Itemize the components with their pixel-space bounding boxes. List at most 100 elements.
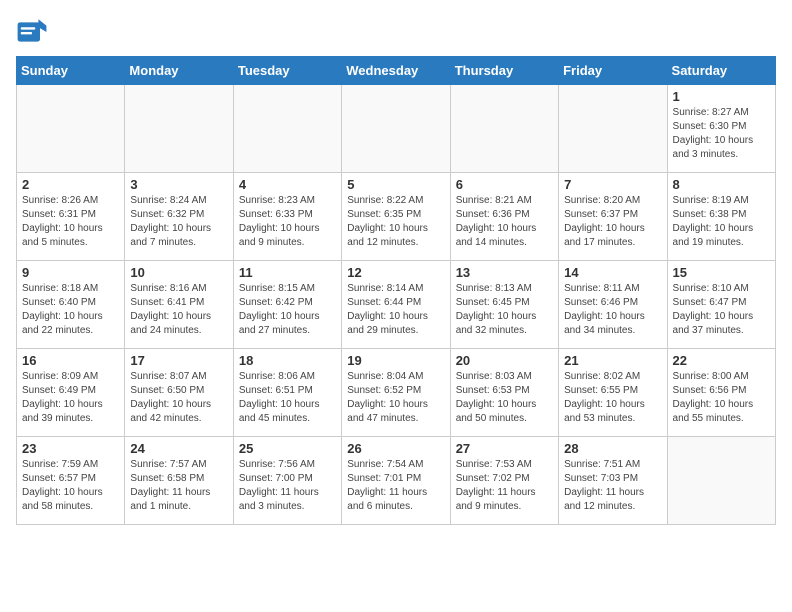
day-number: 1: [673, 89, 770, 104]
day-info: Sunrise: 8:00 AM Sunset: 6:56 PM Dayligh…: [673, 370, 770, 426]
day-info: Sunrise: 8:03 AM Sunset: 6:53 PM Dayligh…: [456, 370, 553, 426]
calendar-cell: [667, 437, 775, 525]
calendar-cell: 5 Sunrise: 8:22 AM Sunset: 6:35 PM Daylig…: [342, 173, 450, 261]
day-number: 6: [456, 177, 553, 192]
day-number: 13: [456, 265, 553, 280]
day-number: 20: [456, 353, 553, 368]
calendar-week-row: 16 Sunrise: 8:09 AM Sunset: 6:49 PM Dayli…: [17, 349, 776, 437]
calendar-cell: 6 Sunrise: 8:21 AM Sunset: 6:36 PM Daylig…: [450, 173, 558, 261]
day-number: 17: [130, 353, 227, 368]
day-number: 15: [673, 265, 770, 280]
day-number: 22: [673, 353, 770, 368]
day-info: Sunrise: 8:10 AM Sunset: 6:47 PM Dayligh…: [673, 282, 770, 338]
calendar-cell: 7Sunrise: 8:20 AM Sunset: 6:37 PM Daylig…: [559, 173, 667, 261]
calendar-cell: 16 Sunrise: 8:09 AM Sunset: 6:49 PM Dayli…: [17, 349, 125, 437]
day-number: 23: [22, 441, 119, 456]
day-number: 9: [22, 265, 119, 280]
calendar-cell: 1 Sunrise: 8:27 AM Sunset: 6:30 PM Daylig…: [667, 85, 775, 173]
day-of-week-header: Monday: [125, 57, 233, 85]
calendar-cell: 20 Sunrise: 8:03 AM Sunset: 6:53 PM Dayli…: [450, 349, 558, 437]
page-header: [16, 16, 776, 48]
day-info: Sunrise: 8:23 AM Sunset: 6:33 PM Dayligh…: [239, 194, 336, 250]
calendar-cell: 23 Sunrise: 7:59 AM Sunset: 6:57 PM Dayli…: [17, 437, 125, 525]
calendar-cell: 19 Sunrise: 8:04 AM Sunset: 6:52 PM Dayli…: [342, 349, 450, 437]
day-info: Sunrise: 7:51 AM Sunset: 7:03 PM Dayligh…: [564, 458, 661, 514]
day-info: Sunrise: 8:04 AM Sunset: 6:52 PM Dayligh…: [347, 370, 444, 426]
day-number: 3: [130, 177, 227, 192]
day-number: 2: [22, 177, 119, 192]
calendar-header-row: SundayMondayTuesdayWednesdayThursdayFrid…: [17, 57, 776, 85]
calendar-cell: 22 Sunrise: 8:00 AM Sunset: 6:56 PM Dayli…: [667, 349, 775, 437]
calendar-cell: 28 Sunrise: 7:51 AM Sunset: 7:03 PM Dayli…: [559, 437, 667, 525]
calendar-week-row: 9 Sunrise: 8:18 AM Sunset: 6:40 PM Daylig…: [17, 261, 776, 349]
calendar-cell: [559, 85, 667, 173]
calendar-cell: 14Sunrise: 8:11 AM Sunset: 6:46 PM Dayli…: [559, 261, 667, 349]
day-info: Sunrise: 8:24 AM Sunset: 6:32 PM Dayligh…: [130, 194, 227, 250]
calendar-cell: 25 Sunrise: 7:56 AM Sunset: 7:00 PM Dayli…: [233, 437, 341, 525]
day-info: Sunrise: 7:54 AM Sunset: 7:01 PM Dayligh…: [347, 458, 444, 514]
day-info: Sunrise: 7:57 AM Sunset: 6:58 PM Dayligh…: [130, 458, 227, 514]
calendar-cell: [450, 85, 558, 173]
calendar-body: 1 Sunrise: 8:27 AM Sunset: 6:30 PM Daylig…: [17, 85, 776, 525]
day-info: Sunrise: 8:11 AM Sunset: 6:46 PM Dayligh…: [564, 282, 661, 338]
day-of-week-header: Friday: [559, 57, 667, 85]
day-info: Sunrise: 8:06 AM Sunset: 6:51 PM Dayligh…: [239, 370, 336, 426]
day-info: Sunrise: 8:20 AM Sunset: 6:37 PM Dayligh…: [564, 194, 661, 250]
calendar-cell: 4 Sunrise: 8:23 AM Sunset: 6:33 PM Daylig…: [233, 173, 341, 261]
calendar-cell: 12Sunrise: 8:14 AM Sunset: 6:44 PM Dayli…: [342, 261, 450, 349]
calendar-cell: 9 Sunrise: 8:18 AM Sunset: 6:40 PM Daylig…: [17, 261, 125, 349]
day-info: Sunrise: 8:16 AM Sunset: 6:41 PM Dayligh…: [130, 282, 227, 338]
day-number: 24: [130, 441, 227, 456]
calendar-cell: 2 Sunrise: 8:26 AM Sunset: 6:31 PM Daylig…: [17, 173, 125, 261]
day-number: 11: [239, 265, 336, 280]
day-number: 12: [347, 265, 444, 280]
day-info: Sunrise: 8:13 AM Sunset: 6:45 PM Dayligh…: [456, 282, 553, 338]
day-number: 4: [239, 177, 336, 192]
logo: [16, 16, 52, 48]
day-of-week-header: Sunday: [17, 57, 125, 85]
day-of-week-header: Wednesday: [342, 57, 450, 85]
day-info: Sunrise: 8:22 AM Sunset: 6:35 PM Dayligh…: [347, 194, 444, 250]
calendar-cell: 11 Sunrise: 8:15 AM Sunset: 6:42 PM Dayli…: [233, 261, 341, 349]
day-number: 18: [239, 353, 336, 368]
day-info: Sunrise: 8:19 AM Sunset: 6:38 PM Dayligh…: [673, 194, 770, 250]
day-number: 26: [347, 441, 444, 456]
calendar-week-row: 1 Sunrise: 8:27 AM Sunset: 6:30 PM Daylig…: [17, 85, 776, 173]
day-number: 25: [239, 441, 336, 456]
calendar-table: SundayMondayTuesdayWednesdayThursdayFrid…: [16, 56, 776, 525]
day-of-week-header: Thursday: [450, 57, 558, 85]
logo-icon: [16, 16, 48, 48]
day-number: 19: [347, 353, 444, 368]
day-info: Sunrise: 7:59 AM Sunset: 6:57 PM Dayligh…: [22, 458, 119, 514]
calendar-cell: [17, 85, 125, 173]
calendar-cell: 27 Sunrise: 7:53 AM Sunset: 7:02 PM Dayli…: [450, 437, 558, 525]
calendar-cell: 3 Sunrise: 8:24 AM Sunset: 6:32 PM Daylig…: [125, 173, 233, 261]
calendar-cell: 8 Sunrise: 8:19 AM Sunset: 6:38 PM Daylig…: [667, 173, 775, 261]
day-info: Sunrise: 8:21 AM Sunset: 6:36 PM Dayligh…: [456, 194, 553, 250]
day-number: 27: [456, 441, 553, 456]
day-number: 28: [564, 441, 661, 456]
day-info: Sunrise: 8:27 AM Sunset: 6:30 PM Dayligh…: [673, 106, 770, 162]
day-info: Sunrise: 8:26 AM Sunset: 6:31 PM Dayligh…: [22, 194, 119, 250]
calendar-week-row: 23 Sunrise: 7:59 AM Sunset: 6:57 PM Dayli…: [17, 437, 776, 525]
day-number: 16: [22, 353, 119, 368]
day-info: Sunrise: 8:09 AM Sunset: 6:49 PM Dayligh…: [22, 370, 119, 426]
calendar-cell: 13 Sunrise: 8:13 AM Sunset: 6:45 PM Dayli…: [450, 261, 558, 349]
day-info: Sunrise: 7:53 AM Sunset: 7:02 PM Dayligh…: [456, 458, 553, 514]
calendar-cell: [342, 85, 450, 173]
calendar-cell: 15 Sunrise: 8:10 AM Sunset: 6:47 PM Dayli…: [667, 261, 775, 349]
calendar-cell: 24 Sunrise: 7:57 AM Sunset: 6:58 PM Dayli…: [125, 437, 233, 525]
calendar-cell: [233, 85, 341, 173]
day-number: 21: [564, 353, 661, 368]
day-info: Sunrise: 7:56 AM Sunset: 7:00 PM Dayligh…: [239, 458, 336, 514]
day-info: Sunrise: 8:07 AM Sunset: 6:50 PM Dayligh…: [130, 370, 227, 426]
day-number: 5: [347, 177, 444, 192]
calendar-week-row: 2 Sunrise: 8:26 AM Sunset: 6:31 PM Daylig…: [17, 173, 776, 261]
calendar-cell: 10Sunrise: 8:16 AM Sunset: 6:41 PM Dayli…: [125, 261, 233, 349]
calendar-cell: [125, 85, 233, 173]
day-number: 8: [673, 177, 770, 192]
calendar-cell: 21Sunrise: 8:02 AM Sunset: 6:55 PM Dayli…: [559, 349, 667, 437]
day-info: Sunrise: 8:15 AM Sunset: 6:42 PM Dayligh…: [239, 282, 336, 338]
day-of-week-header: Tuesday: [233, 57, 341, 85]
day-info: Sunrise: 8:18 AM Sunset: 6:40 PM Dayligh…: [22, 282, 119, 338]
